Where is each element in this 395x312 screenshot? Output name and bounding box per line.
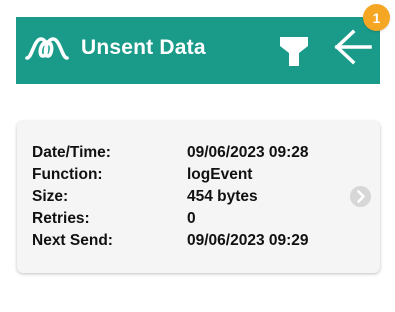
app-header: Unsent Data bbox=[16, 17, 380, 84]
next-send-label: Next Send: bbox=[32, 232, 113, 249]
wave-loop-icon bbox=[25, 37, 69, 60]
arrow-left-icon[interactable] bbox=[332, 28, 372, 66]
function-value: logEvent bbox=[187, 166, 253, 183]
datetime-value: 09/06/2023 09:28 bbox=[187, 144, 309, 161]
retries-label: Retries: bbox=[32, 210, 90, 227]
size-value: 454 bytes bbox=[187, 188, 258, 205]
notification-badge[interactable]: 1 bbox=[363, 4, 390, 31]
chevron-right-icon[interactable] bbox=[350, 186, 371, 207]
unsent-record-card[interactable]: Date/Time: 09/06/2023 09:28 Function: lo… bbox=[17, 121, 380, 273]
datetime-label: Date/Time: bbox=[32, 144, 111, 161]
size-label: Size: bbox=[32, 188, 69, 205]
next-send-value: 09/06/2023 09:29 bbox=[187, 232, 309, 249]
function-label: Function: bbox=[32, 166, 103, 183]
page-title: Unsent Data bbox=[81, 36, 206, 59]
filter-icon[interactable] bbox=[278, 34, 310, 68]
retries-value: 0 bbox=[187, 210, 196, 227]
